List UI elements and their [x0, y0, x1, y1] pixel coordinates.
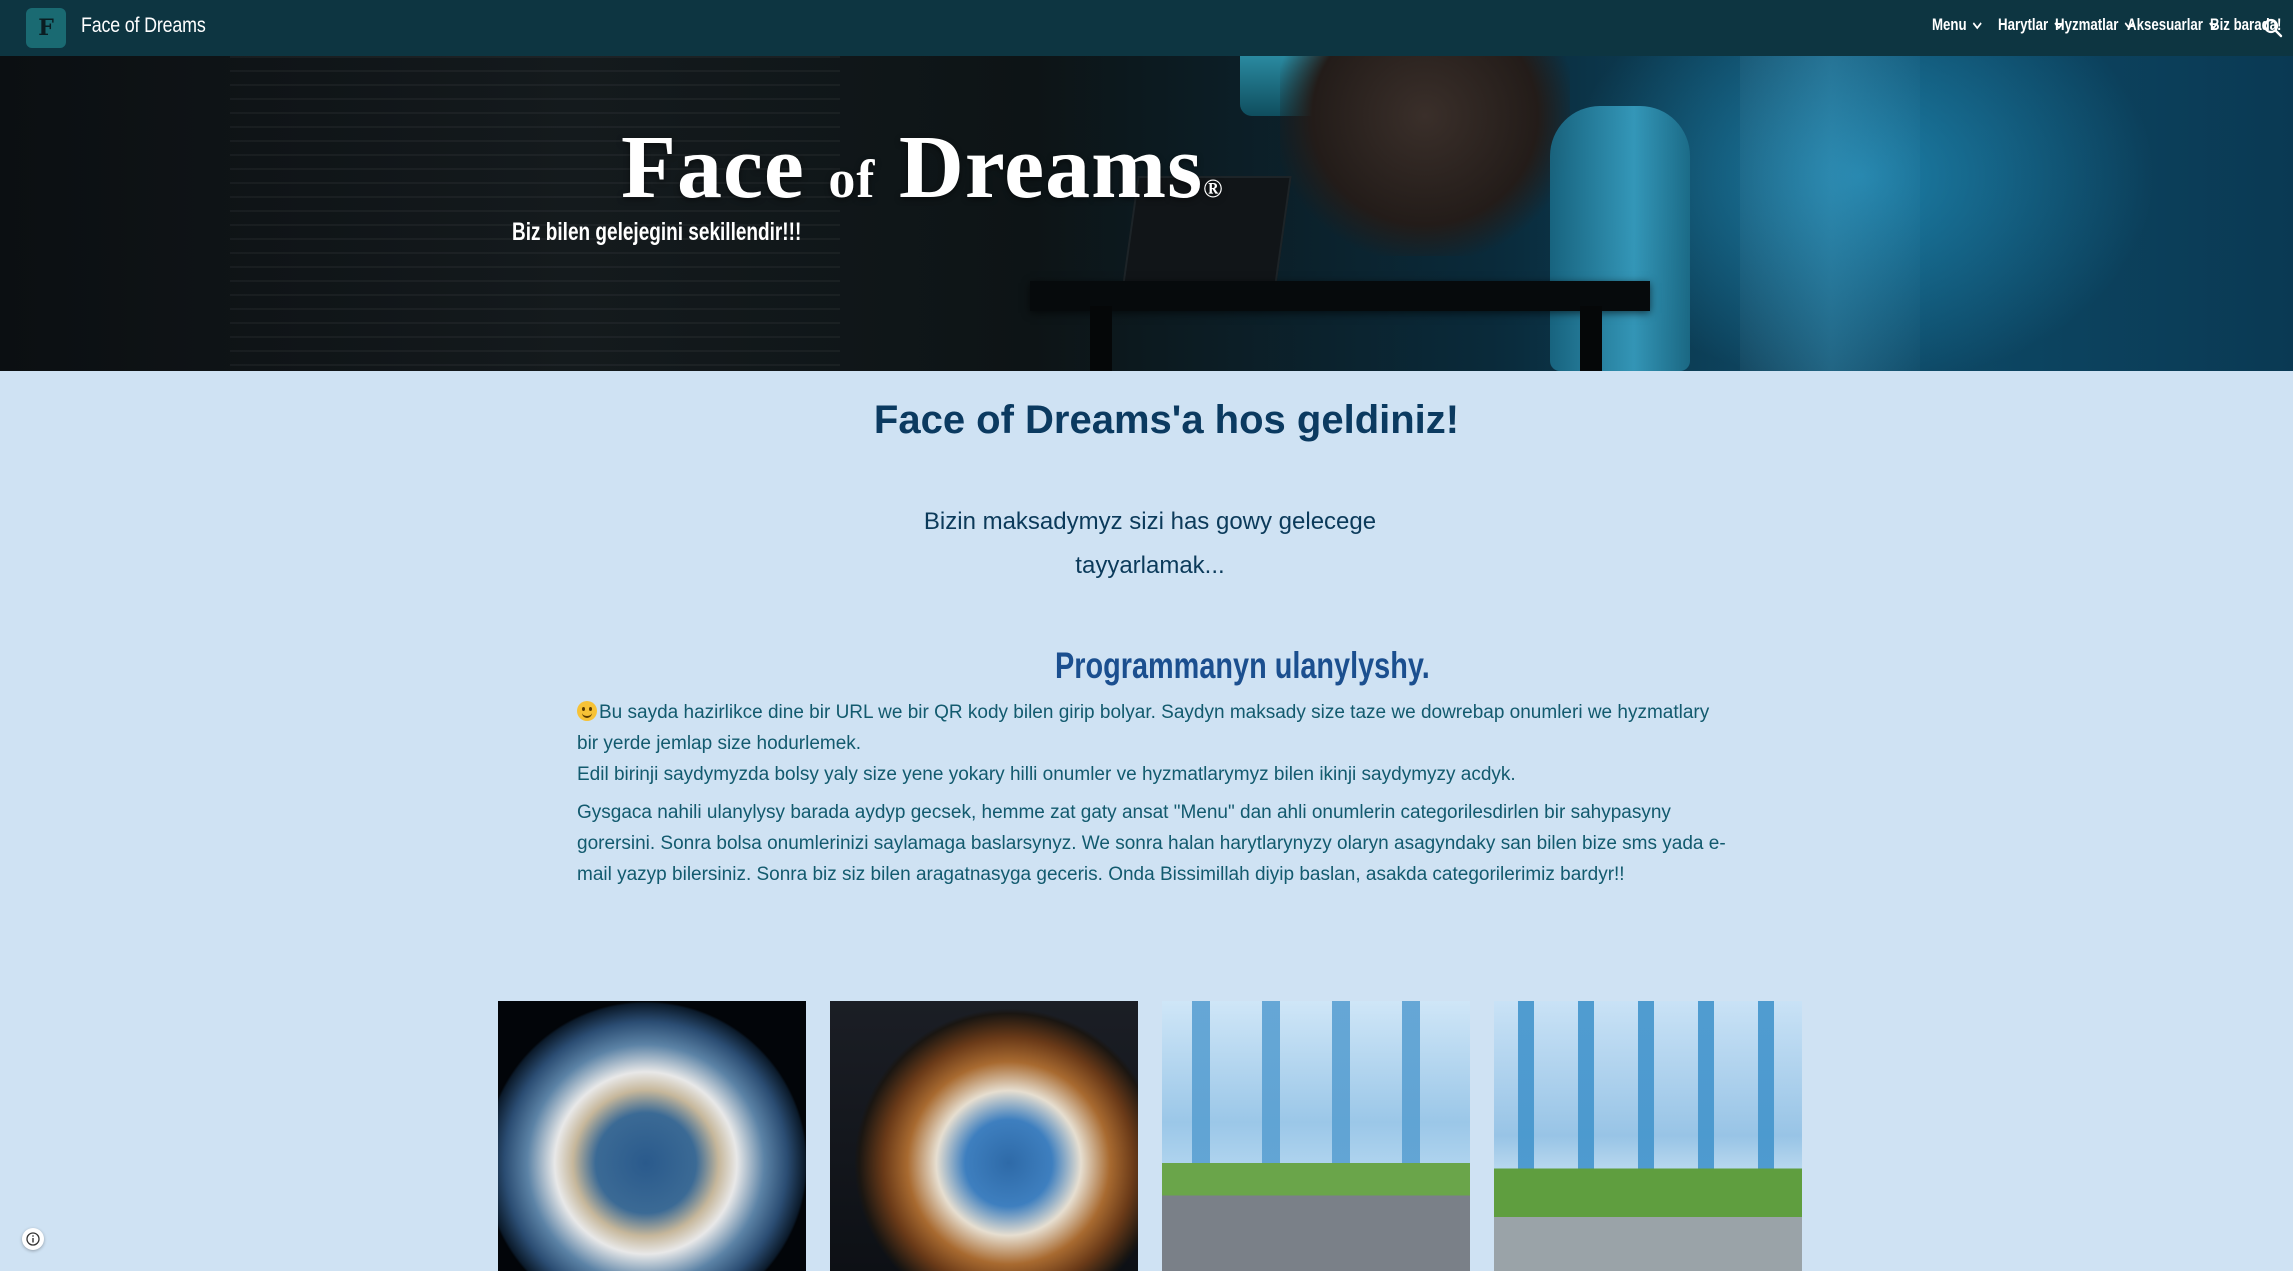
info-icon[interactable] — [22, 1228, 44, 1250]
chevron-down-icon — [1973, 22, 1982, 30]
hero-title-face: Face — [621, 118, 805, 217]
welcome-heading: Face of Dreams'a hos geldiniz! — [873, 398, 1460, 442]
intro-text: Bizin maksadymyz sizi has gowy gelecege … — [830, 500, 1470, 588]
nav-hyzmatlar[interactable]: Hyzmatlar — [2055, 15, 2136, 35]
paragraph: Edil birinji saydymyzda bolsy yaly size … — [577, 764, 1516, 785]
hero-title: Face of Dreams® — [621, 116, 1224, 219]
nav-hyzmatlar-label: Hyzmatlar — [2055, 15, 2119, 34]
hero-desk-leg — [1580, 306, 1602, 371]
hero-title-dreams: Dreams — [898, 118, 1204, 217]
hero-desk-leg — [1090, 306, 1112, 371]
paragraph: Bu sayda hazirlikce dine bir URL we bir … — [577, 697, 1732, 759]
paragraph-text: Bu sayda hazirlikce dine bir URL we bir … — [577, 702, 1710, 754]
gallery-image-earth[interactable] — [498, 1001, 806, 1271]
gallery-image-earth-clouds[interactable] — [830, 1001, 1138, 1271]
hero-banner: Face of Dreams® Biz bilen gelejegini sek… — [0, 56, 2293, 371]
search-icon[interactable] — [2261, 16, 2285, 40]
info-glyph-icon — [26, 1232, 40, 1246]
hero-wall-light — [1740, 56, 1920, 371]
site-title[interactable]: Face of Dreams — [81, 14, 206, 38]
hero-desk — [1030, 281, 1650, 311]
gallery-image-future-city[interactable] — [1162, 1001, 1470, 1271]
nav-menu[interactable]: Menu — [1932, 15, 1984, 35]
intro-line: Bizin maksadymyz sizi has gowy gelecege — [923, 508, 1377, 535]
hero-person-silhouette — [1280, 56, 1570, 256]
logo-letter: F — [38, 15, 54, 41]
top-navigation-bar: F Face of Dreams Menu Harytlar Hyzmatlar… — [0, 0, 2293, 56]
hero-subtitle: Biz bilen gelejegini sekillendir!!! — [512, 218, 802, 246]
hero-chair — [1550, 106, 1690, 371]
nav-aksesuarlar-label: Aksesuarlar — [2127, 15, 2203, 34]
nav-harytlar-label: Harytlar — [1998, 15, 2049, 34]
nav-menu-label: Menu — [1932, 15, 1967, 34]
gallery-image-future-city-train[interactable] — [1494, 1001, 1802, 1271]
usage-description: Bu sayda hazirlikce dine bir URL we bir … — [577, 697, 1732, 890]
hero-title-of: of — [828, 149, 876, 209]
site-logo[interactable]: F — [26, 8, 66, 48]
smile-emoji-icon — [577, 701, 597, 721]
registered-mark: ® — [1203, 174, 1224, 203]
paragraph: Gysgaca nahili ulanylysy barada aydyp ge… — [577, 802, 1726, 885]
intro-line: tayyarlamak... — [1075, 552, 1225, 579]
section-title: Programmanyn ulanylyshy. — [1055, 645, 1430, 686]
nav-aksesuarlar[interactable]: Aksesuarlar — [2127, 15, 2220, 35]
